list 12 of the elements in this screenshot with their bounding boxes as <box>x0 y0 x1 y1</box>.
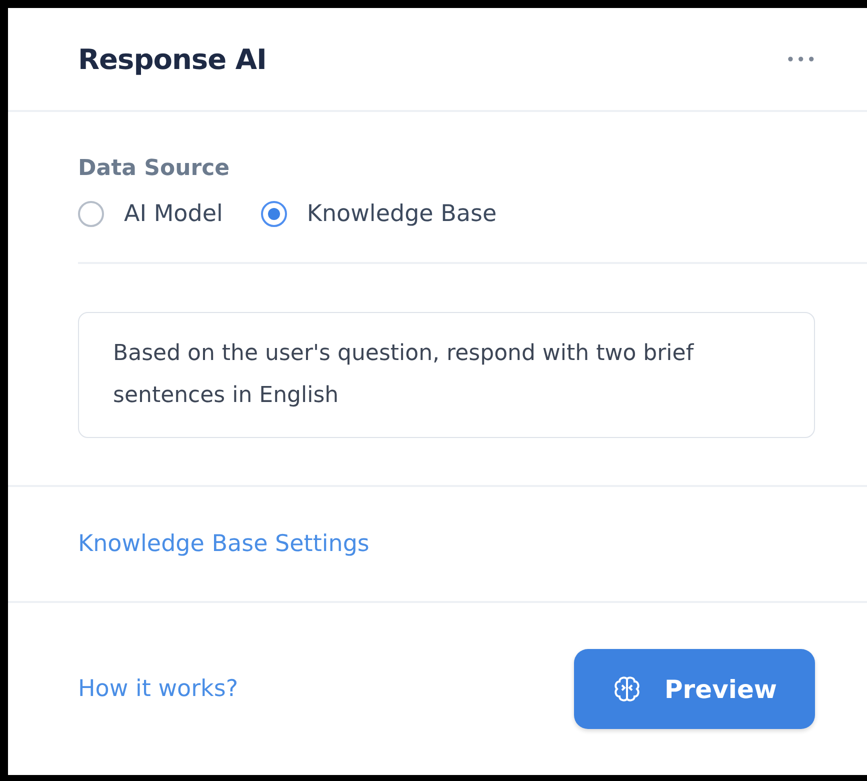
section-label: Data Source <box>78 156 231 181</box>
settings-link[interactable]: Knowledge Base Settings <box>78 531 370 557</box>
radio-option[interactable]: Knowledge Base <box>260 201 497 227</box>
prompt-field[interactable]: Based on the user's question, respond with two brief sentences in English <box>78 312 815 438</box>
radio-label: Knowledge Base <box>306 201 497 227</box>
preview-button[interactable]: Preview <box>574 649 815 729</box>
radio-label: AI Model <box>124 201 223 227</box>
more-menu-button[interactable]: ••• <box>786 50 817 68</box>
panel-title: Response AI <box>78 42 266 76</box>
help-link[interactable]: How it works? <box>78 676 238 702</box>
brain-icon <box>612 674 642 704</box>
radio-option[interactable]: AI Model <box>78 201 223 227</box>
